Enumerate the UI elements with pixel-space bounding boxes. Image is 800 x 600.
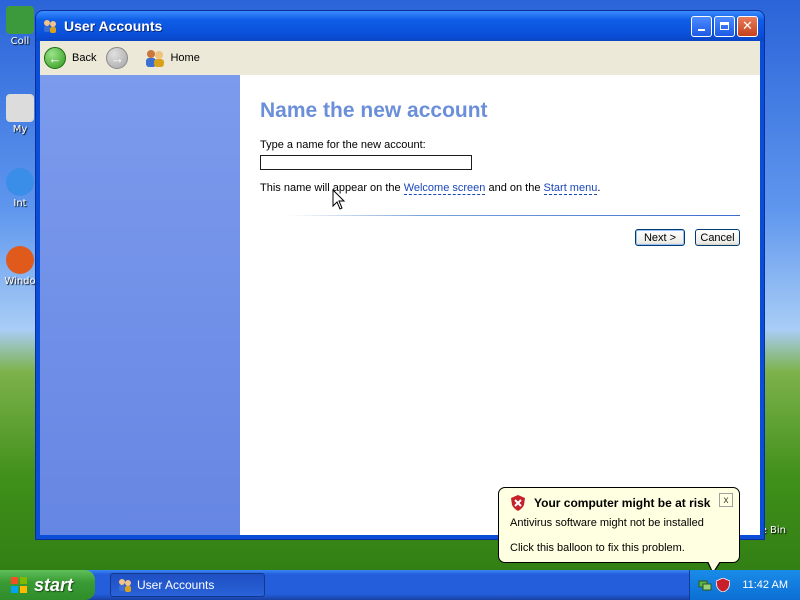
back-arrow-icon: ←	[44, 47, 66, 69]
desktop-icon-media-player[interactable]: Windo	[0, 246, 40, 287]
minimize-icon	[698, 29, 705, 31]
collection-icon	[6, 6, 34, 34]
navigation-toolbar: ← Back → Home	[40, 41, 760, 76]
security-alert-icon[interactable]	[716, 578, 730, 592]
balloon-close-button[interactable]: x	[719, 493, 733, 507]
page-title: Name the new account	[260, 99, 488, 122]
user-accounts-window: User Accounts ✕ ← Back → Home Name the n…	[35, 10, 765, 540]
network-icon[interactable]	[698, 578, 712, 592]
user-accounts-icon	[119, 579, 131, 592]
user-accounts-icon	[44, 20, 56, 33]
home-users-icon	[146, 50, 165, 67]
task-pane	[40, 75, 240, 535]
wizard-main: Name the new account Type a name for the…	[240, 75, 760, 535]
taskbar: start User Accounts 11:42 AM	[0, 570, 800, 600]
back-button[interactable]: ← Back	[44, 47, 96, 69]
security-shield-icon	[511, 495, 525, 511]
forward-button[interactable]: →	[106, 47, 134, 69]
close-icon: x	[723, 494, 729, 506]
home-button[interactable]: Home	[144, 48, 200, 68]
shortcut-icon	[6, 94, 34, 122]
close-button[interactable]: ✕	[737, 15, 758, 37]
minimize-button[interactable]	[691, 15, 712, 37]
system-tray: 11:42 AM	[689, 570, 800, 600]
desktop-icon-my[interactable]: My	[0, 94, 40, 135]
name-info-text: This name will appear on the Welcome scr…	[260, 182, 601, 195]
window-title: User Accounts	[64, 18, 163, 34]
mouse-cursor-icon	[332, 189, 346, 210]
taskbar-button-user-accounts[interactable]: User Accounts	[110, 573, 265, 597]
security-balloon[interactable]: Your computer might be at risk x Antivir…	[498, 487, 740, 563]
start-button[interactable]: start	[0, 570, 95, 600]
name-prompt-label: Type a name for the new account:	[260, 139, 426, 151]
welcome-screen-link[interactable]: Welcome screen	[403, 182, 486, 195]
forward-arrow-icon: →	[106, 47, 129, 69]
balloon-title: Your computer might be at risk	[534, 496, 711, 510]
balloon-action-text: Click this balloon to fix this problem.	[510, 542, 685, 554]
desktop-icon-internet[interactable]: Int	[0, 168, 40, 209]
clock[interactable]: 11:42 AM	[742, 579, 788, 591]
close-icon: ✕	[742, 18, 753, 34]
desktop-icon-collection[interactable]: Coll	[0, 6, 40, 47]
content-area: Name the new account Type a name for the…	[40, 75, 760, 535]
title-bar[interactable]: User Accounts ✕	[36, 11, 764, 41]
cancel-button[interactable]: Cancel	[695, 229, 740, 246]
media-player-icon	[6, 246, 34, 274]
maximize-icon	[720, 22, 729, 30]
maximize-button[interactable]	[714, 15, 735, 37]
windows-flag-icon	[11, 577, 27, 593]
divider	[288, 215, 740, 216]
start-menu-link[interactable]: Start menu	[543, 182, 598, 195]
next-button[interactable]: Next >	[635, 229, 685, 246]
balloon-message: Antivirus software might not be installe…	[510, 517, 704, 529]
account-name-input[interactable]	[260, 155, 472, 170]
internet-explorer-icon	[6, 168, 34, 196]
